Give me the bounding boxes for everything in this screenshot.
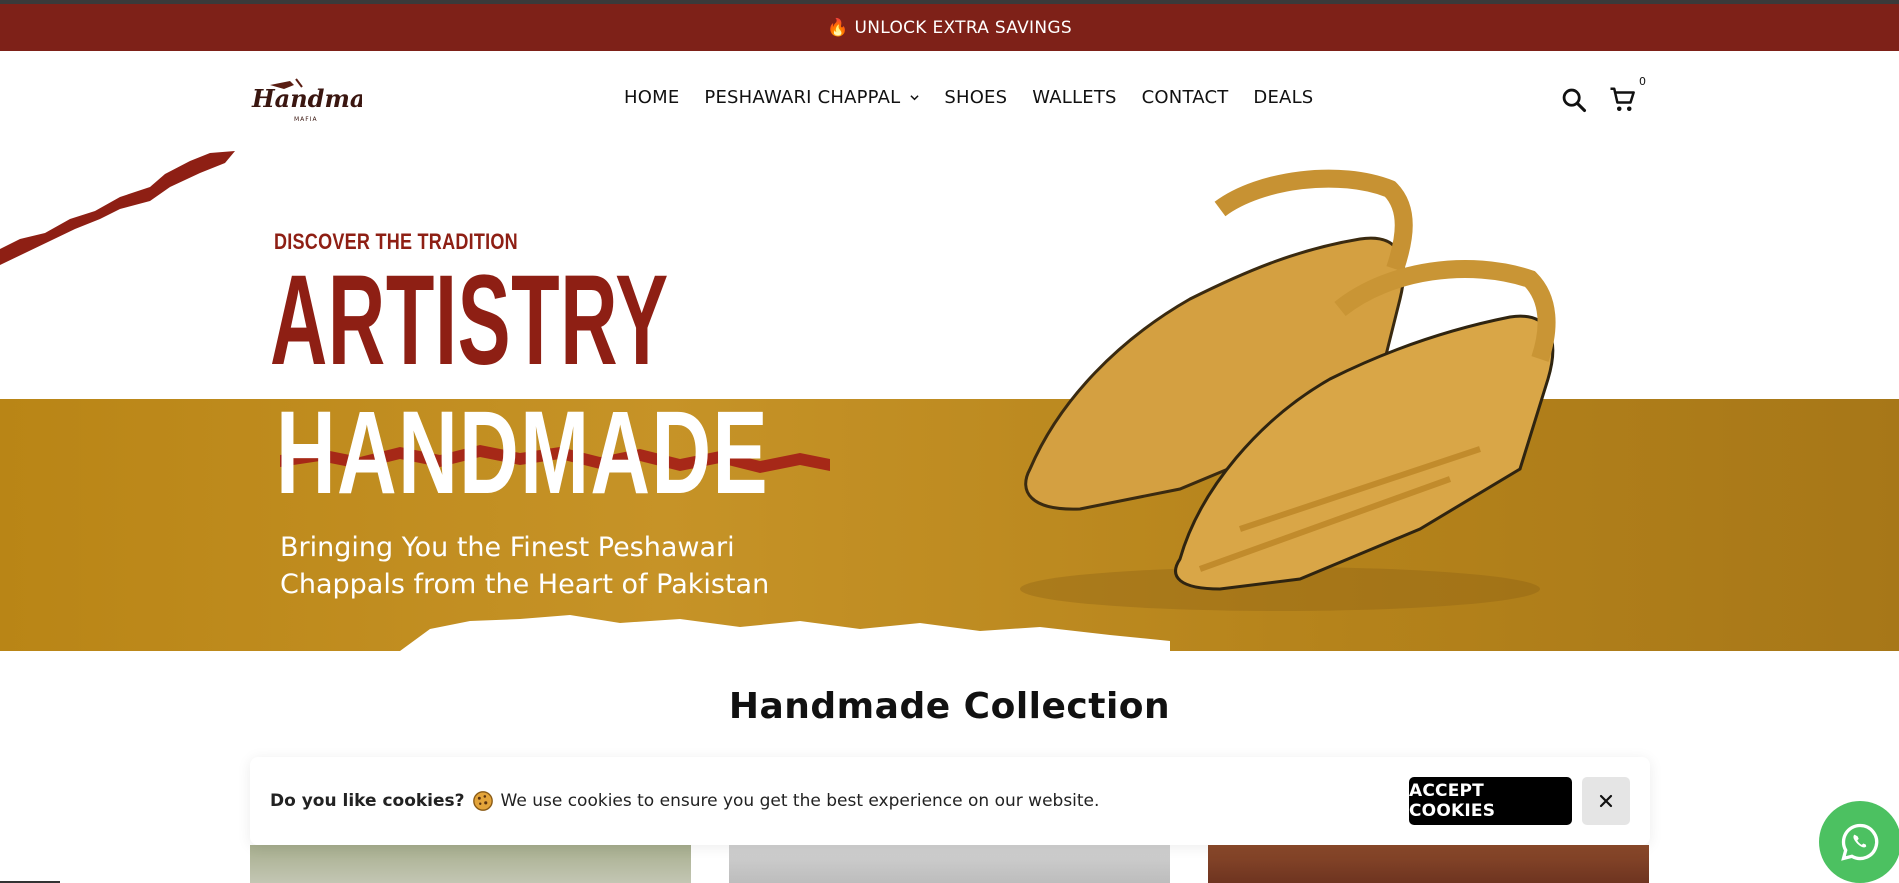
search-icon[interactable] [1560, 86, 1588, 114]
header-icons: 0 [1560, 75, 1646, 115]
hero-title: ARTISTRY [270, 249, 669, 392]
whatsapp-icon [1841, 823, 1879, 861]
nav-shoes[interactable]: SHOES [944, 87, 1007, 108]
hero-banner[interactable]: DISCOVER THE TRADITION ARTISTRY HANDMADE… [0, 149, 1899, 651]
close-icon [1599, 794, 1613, 808]
cart-icon [1610, 87, 1635, 111]
chappal-image [1020, 169, 1556, 611]
announcement-text: UNLOCK EXTRA SAVINGS [854, 17, 1072, 38]
nav-home[interactable]: HOME [624, 87, 679, 108]
cart-button[interactable]: 0 [1608, 75, 1646, 115]
logo-text: Handmade [251, 84, 362, 113]
flame-icon: 🔥 [827, 17, 849, 38]
accept-cookies-button[interactable]: ACCEPT COOKIES [1409, 777, 1572, 825]
product-card-1[interactable] [250, 845, 691, 883]
nav-contact[interactable]: CONTACT [1142, 87, 1229, 108]
close-cookie-button[interactable] [1582, 777, 1630, 825]
collection-title: Handmade Collection [728, 686, 1171, 727]
nav-wallets[interactable]: WALLETS [1032, 87, 1116, 108]
hero-subtitle: HANDMADE [276, 387, 770, 519]
cookie-banner: Do you like cookies? We use cookies to e… [250, 757, 1650, 845]
cookie-message: Do you like cookies? We use cookies to e… [270, 790, 1099, 812]
cookie-question: Do you like cookies? [270, 791, 465, 811]
site-header: Handmade MAFIA HOME PESHAWARI CHAPPAL SH… [0, 51, 1899, 149]
main-nav: HOME PESHAWARI CHAPPAL SHOES WALLETS CON… [624, 87, 1338, 108]
cookie-text: We use cookies to ensure you get the bes… [500, 791, 1100, 811]
product-card-3[interactable] [1208, 845, 1649, 883]
chevron-down-icon [910, 95, 919, 101]
cookie-icon [472, 791, 493, 811]
logo[interactable]: Handmade MAFIA [250, 75, 397, 125]
nav-deals[interactable]: DEALS [1253, 87, 1313, 108]
logo-subtext: MAFIA [294, 116, 318, 123]
cart-count-badge: 0 [1639, 75, 1646, 88]
product-card-2[interactable] [729, 845, 1170, 883]
announcement-bar[interactable]: 🔥 UNLOCK EXTRA SAVINGS [0, 4, 1899, 51]
whatsapp-button[interactable] [1819, 801, 1899, 883]
hero-description: Bringing You the Finest Peshawari Chappa… [280, 532, 770, 600]
nav-peshawari-chappal[interactable]: PESHAWARI CHAPPAL [704, 87, 919, 108]
